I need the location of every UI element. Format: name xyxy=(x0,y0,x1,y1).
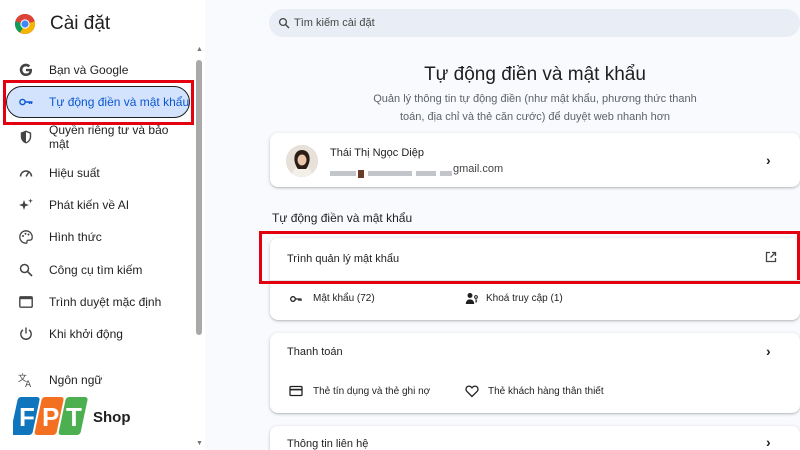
sidebar-item-you-and-google[interactable]: Bạn và Google xyxy=(0,54,192,86)
sidebar-item-label: Phát kiến về AI xyxy=(49,198,130,212)
payment-card xyxy=(270,333,800,413)
sidebar-item-label: Tự động điền và mật khẩu xyxy=(49,95,190,109)
account-email-redacted xyxy=(330,165,452,178)
account-name: Thái Thị Ngọc Diệp xyxy=(330,147,424,159)
sidebar-item-performance[interactable]: Hiệu suất xyxy=(0,157,192,189)
sidebar-item-label: Hình thức xyxy=(49,230,102,244)
sidebar-item-label: Hiệu suất xyxy=(49,166,100,180)
loyalty-heart-icon xyxy=(465,384,479,398)
sidebar-item-languages[interactable]: 文A Ngôn ngữ xyxy=(0,364,192,396)
section-heading: Tự động điền và mật khẩu xyxy=(272,211,413,225)
account-card[interactable] xyxy=(270,133,800,187)
sidebar-item-ai-innovations[interactable]: Phát kiến về AI xyxy=(0,189,192,221)
fpt-letter-t: T xyxy=(66,402,82,432)
scroll-up-arrow-icon[interactable]: ▲ xyxy=(196,46,203,53)
autofill-card xyxy=(270,238,800,320)
fpt-letter-p: P xyxy=(42,402,59,432)
sidebar-item-privacy-and-security[interactable]: Quyền riêng tư và bảo mật xyxy=(0,122,192,152)
passwords-link[interactable]: Mật khẩu (72) xyxy=(313,293,375,304)
sidebar-item-label: Trình duyệt mặc định xyxy=(49,295,162,309)
fpt-shop-logo: F P T Shop xyxy=(10,393,133,439)
avatar xyxy=(286,145,318,177)
loyalty-cards-link[interactable]: Thẻ khách hàng thân thiết xyxy=(488,386,604,397)
sparkle-icon xyxy=(18,197,34,213)
translate-icon: 文A xyxy=(18,372,34,388)
browser-window-icon xyxy=(18,294,34,310)
search-input[interactable] xyxy=(294,9,784,37)
payment-link[interactable]: Thanh toán xyxy=(287,346,343,358)
sidebar: Cài đặt Bạn và Google Tự động điền và mậ… xyxy=(0,0,205,450)
palette-icon xyxy=(18,229,34,245)
credit-debit-cards-link[interactable]: Thẻ tín dụng và thẻ ghi nợ xyxy=(313,386,430,397)
chevron-right-icon[interactable]: › xyxy=(766,434,771,450)
fpt-shop-word: Shop xyxy=(93,409,131,426)
chevron-right-icon[interactable]: › xyxy=(766,152,771,168)
speedometer-icon xyxy=(18,165,34,181)
passkeys-link[interactable]: Khoá truy cập (1) xyxy=(486,293,563,304)
search-icon xyxy=(18,262,34,278)
page-description: Quản lý thông tin tự động điền (như mật … xyxy=(373,93,697,123)
app-title: Cài đặt xyxy=(50,13,111,34)
passkey-person-icon xyxy=(465,291,479,305)
chrome-logo-icon xyxy=(14,13,36,35)
shield-icon xyxy=(18,129,34,145)
sidebar-item-appearance[interactable]: Hình thức xyxy=(0,221,192,253)
sidebar-item-label: Công cụ tìm kiếm xyxy=(49,263,143,277)
search-icon xyxy=(278,16,290,29)
sidebar-item-label: Ngôn ngữ xyxy=(49,373,103,387)
divider xyxy=(270,280,800,281)
page-title: Tự động điền và mật khẩu xyxy=(424,64,646,85)
sidebar-scrollbar-thumb[interactable] xyxy=(196,60,202,335)
key-icon xyxy=(289,292,303,306)
scroll-down-arrow-icon[interactable]: ▼ xyxy=(196,440,203,447)
sidebar-item-label: Khi khởi động xyxy=(49,327,123,341)
sidebar-item-search-engine[interactable]: Công cụ tìm kiếm xyxy=(0,254,192,286)
fpt-letter-f: F xyxy=(19,402,35,432)
sidebar-item-label: Bạn và Google xyxy=(49,63,129,77)
password-manager-link[interactable]: Trình quản lý mật khẩu xyxy=(287,253,399,265)
contact-info-link[interactable]: Thông tin liên hệ xyxy=(287,438,368,450)
open-in-new-icon[interactable] xyxy=(764,250,778,264)
sidebar-item-autofill-and-passwords[interactable]: Tự động điền và mật khẩu xyxy=(0,86,192,118)
sidebar-item-default-browser[interactable]: Trình duyệt mặc định xyxy=(0,286,192,318)
google-g-icon xyxy=(18,62,34,78)
sidebar-item-label: Quyền riêng tư và bảo mật xyxy=(49,123,169,151)
sidebar-item-on-startup[interactable]: Khi khởi động xyxy=(0,318,192,350)
power-icon xyxy=(18,326,34,342)
svg-text:A: A xyxy=(25,380,32,388)
key-icon xyxy=(18,94,34,110)
account-email: gmail.com xyxy=(453,163,504,175)
credit-card-icon xyxy=(289,384,303,398)
chevron-right-icon[interactable]: › xyxy=(766,343,771,359)
